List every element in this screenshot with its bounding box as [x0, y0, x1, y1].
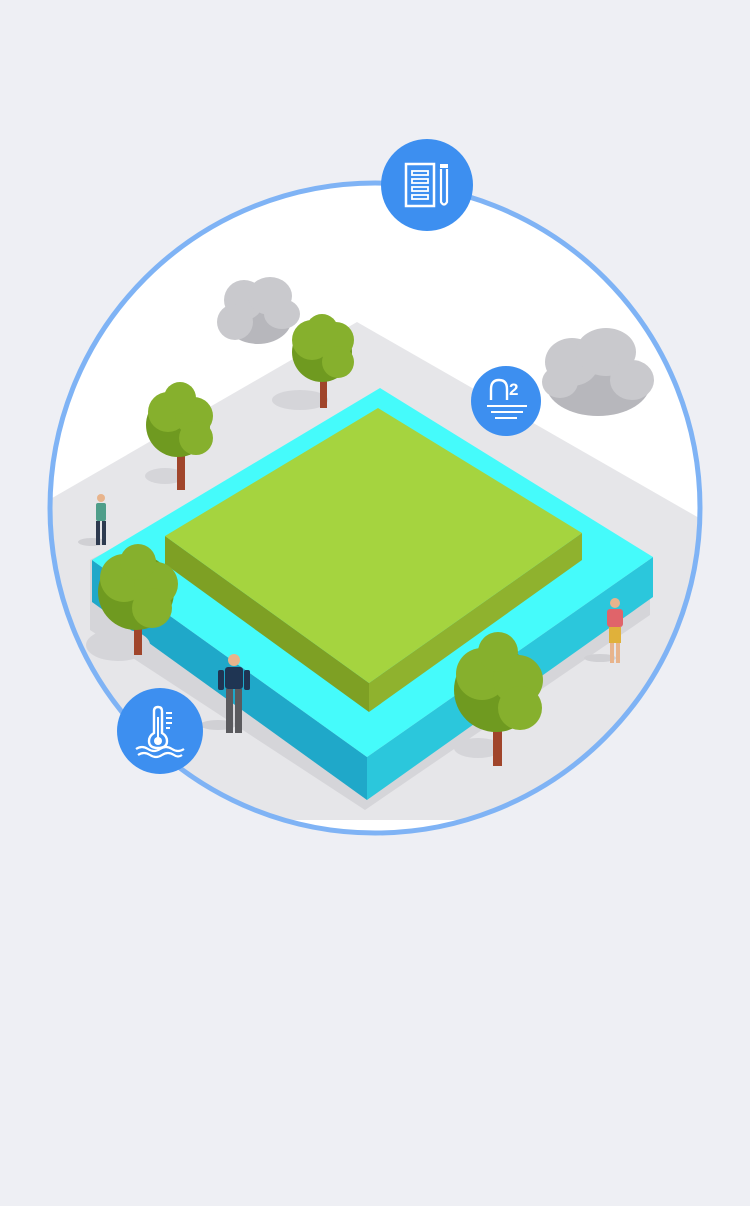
stage: 2 — [0, 0, 750, 1206]
pond-scene-illustration — [47, 180, 703, 836]
lab-report-icon — [404, 162, 449, 208]
oxygen-subscript: 2 — [509, 380, 519, 399]
lab-badge[interactable] — [381, 139, 473, 231]
oxygen-badge[interactable]: 2 — [471, 366, 541, 436]
water-temperature-icon — [135, 705, 185, 759]
dissolved-oxygen-icon — [487, 378, 527, 419]
temperature-badge[interactable] — [117, 688, 203, 774]
